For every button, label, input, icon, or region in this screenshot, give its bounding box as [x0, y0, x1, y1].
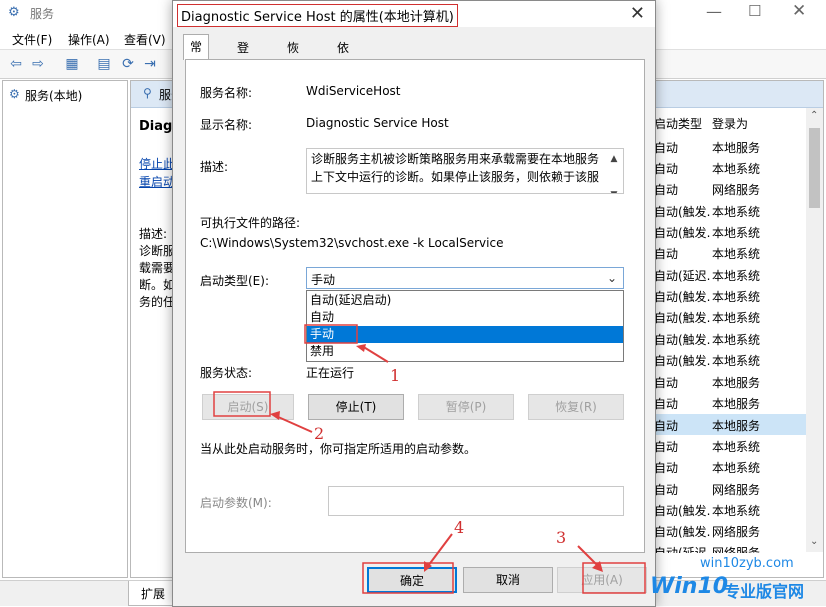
arrow-1-head: [356, 344, 366, 352]
highlight-start-button: [213, 391, 271, 417]
arrow-1: [361, 345, 389, 363]
annotation-layer: [213, 324, 646, 594]
watermark-url: win10zyb.com: [700, 556, 794, 571]
watermark: win10zyb.com Win10 专业版官网: [646, 556, 826, 605]
arrow-4: [427, 533, 453, 567]
highlight-manual-option: [304, 324, 358, 344]
highlight-ok-button: [362, 562, 454, 594]
watermark-suffix: 专业版官网: [724, 582, 805, 601]
annotation-4: 4: [454, 518, 465, 537]
arrow-2-head: [270, 411, 280, 420]
watermark-brand: Win10: [650, 574, 729, 599]
annotation-3: 3: [556, 528, 567, 547]
arrow-2: [275, 415, 313, 433]
annotation-1: 1: [390, 366, 401, 385]
highlight-apply-button: [582, 562, 646, 594]
annotation-2: 2: [314, 424, 325, 443]
